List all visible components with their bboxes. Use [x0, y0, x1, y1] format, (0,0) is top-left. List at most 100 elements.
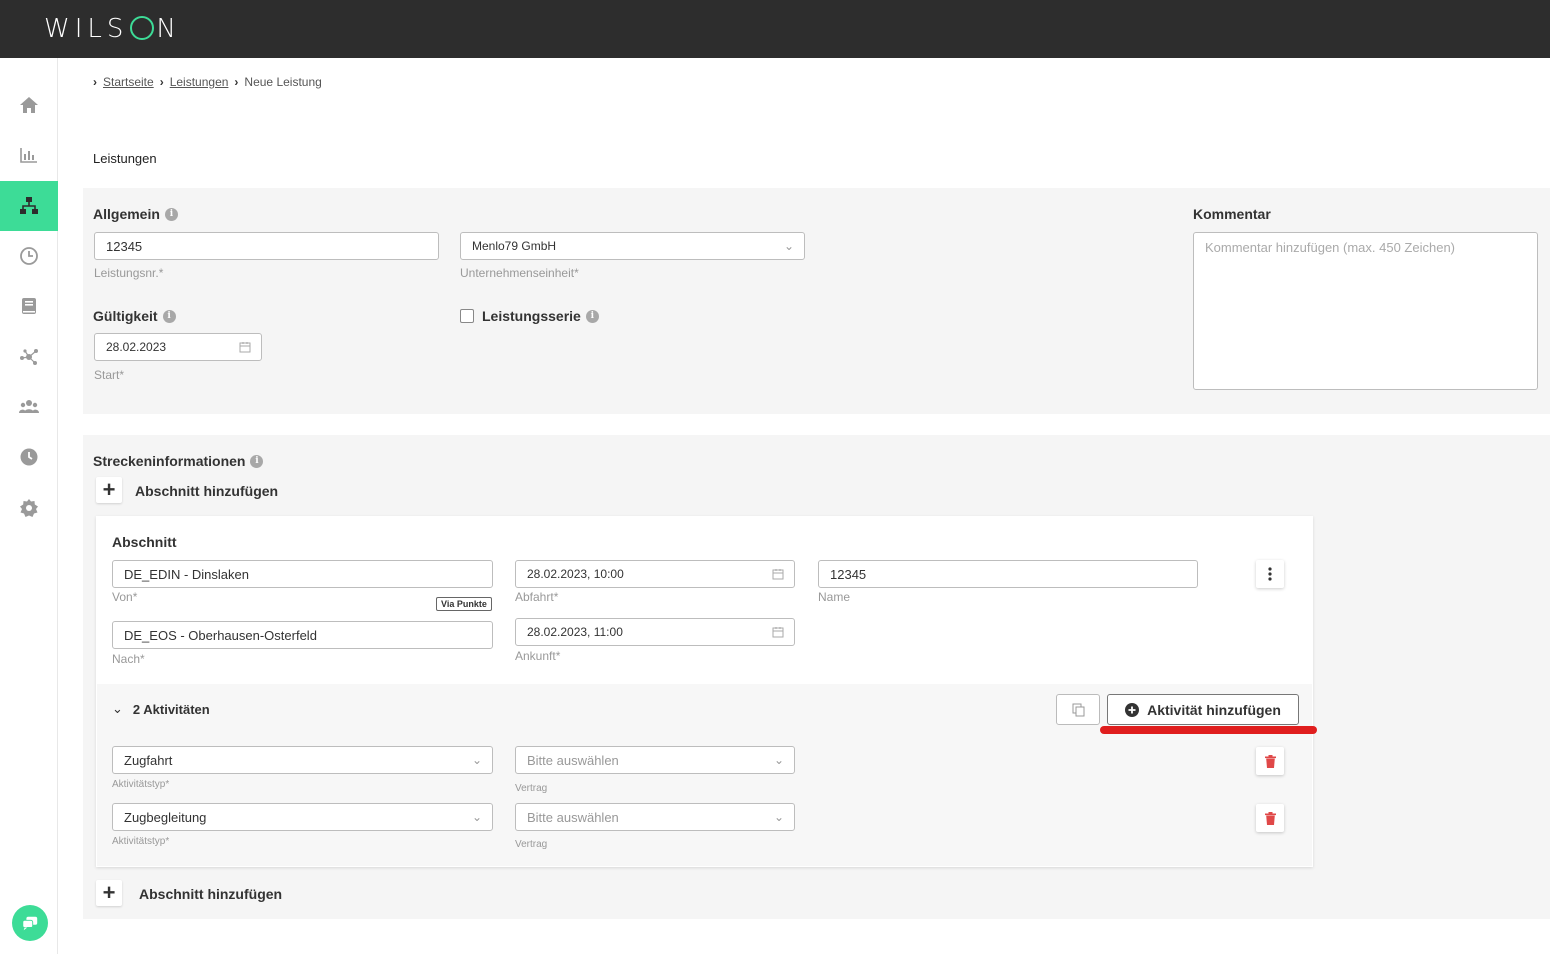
unternehmen-label: Unternehmenseinheit*	[460, 266, 579, 280]
name-value: 12345	[830, 566, 867, 582]
page-title: Leistungen	[93, 151, 157, 166]
via-punkte-button[interactable]: Via Punkte	[436, 597, 492, 611]
start-date-value: 28.02.2023	[106, 340, 167, 354]
contract-select-1[interactable]: Bitte auswählen ⌄	[515, 746, 795, 774]
kebab-menu-icon	[1268, 567, 1272, 581]
top-bar: WILS N	[0, 0, 1550, 58]
chevron-down-icon: ⌄	[773, 753, 784, 767]
trash-icon	[1264, 811, 1276, 825]
name-input[interactable]: 12345	[818, 560, 1198, 588]
nav-history[interactable]	[0, 231, 58, 281]
contract-value-1: Bitte auswählen	[527, 752, 619, 768]
info-icon[interactable]: i	[162, 309, 176, 323]
activity-type-value-2: Zugbegleitung	[124, 809, 207, 825]
book-icon	[22, 298, 36, 314]
von-input[interactable]: DE_EDIN - Dinslaken	[112, 560, 493, 588]
breadcrumb-startseite[interactable]: Startseite	[103, 75, 154, 89]
nav-settings[interactable]	[0, 483, 58, 533]
nodes-icon	[20, 349, 38, 365]
gear-icon	[20, 499, 38, 517]
nav-home[interactable]	[0, 80, 58, 130]
leistungsserie-heading: Leistungsserie i	[482, 308, 599, 324]
chevron-right-icon: ›	[93, 75, 97, 89]
strecke-title: Streckeninformationen	[93, 453, 246, 469]
nav-users[interactable]	[0, 382, 58, 432]
add-activity-label: Aktivität hinzufügen	[1147, 701, 1281, 718]
wilson-logo[interactable]: WILS N	[44, 14, 181, 44]
activity-type-label-2: Aktivitätstyp*	[112, 836, 170, 847]
add-section-button-bottom[interactable]: +	[96, 880, 122, 906]
nach-label: Nach*	[112, 652, 145, 666]
add-activity-button[interactable]: Aktivität hinzufügen	[1107, 694, 1299, 725]
sidebar	[0, 58, 58, 954]
start-label: Start*	[94, 368, 125, 382]
ankunft-input[interactable]: 28.02.2023, 11:00	[515, 618, 795, 646]
chevron-down-icon: ⌄	[471, 810, 482, 824]
info-icon[interactable]: i	[164, 207, 178, 221]
trash-icon	[1264, 754, 1276, 768]
chevron-right-icon: ›	[234, 75, 239, 89]
contract-value-2: Bitte auswählen	[527, 809, 619, 825]
kommentar-placeholder: Kommentar hinzufügen (max. 450 Zeichen)	[1205, 240, 1456, 255]
highlight-underline	[1100, 726, 1317, 734]
delete-activity-button-1[interactable]	[1256, 747, 1284, 775]
allgemein-title: Allgemein	[93, 206, 160, 222]
kommentar-textarea[interactable]: Kommentar hinzufügen (max. 450 Zeichen)	[1193, 232, 1538, 390]
logo-text: WILS N	[44, 14, 181, 44]
start-date-input[interactable]: 28.02.2023	[94, 333, 262, 361]
nav-analytics[interactable]	[0, 130, 58, 180]
chevron-down-icon: ⌄	[112, 701, 123, 716]
plus-circle-icon	[1125, 702, 1140, 717]
chevron-right-icon: ›	[159, 75, 164, 89]
calendar-icon	[772, 569, 784, 580]
nav-book[interactable]	[0, 281, 58, 331]
users-icon	[19, 400, 39, 413]
bar-chart-icon	[20, 148, 37, 163]
calendar-icon	[772, 627, 784, 638]
clock-icon	[20, 448, 38, 466]
add-section-label-top[interactable]: Abschnitt hinzufügen	[135, 483, 278, 499]
nav-connections[interactable]	[0, 332, 58, 382]
contract-label-2: Vertrag	[515, 839, 548, 850]
copy-button[interactable]	[1056, 694, 1100, 725]
leistungsnr-value: 12345	[106, 238, 143, 254]
delete-activity-button-2[interactable]	[1256, 804, 1284, 832]
nach-value: DE_EOS - Oberhausen-Osterfeld	[124, 627, 317, 643]
abfahrt-label: Abfahrt*	[515, 590, 559, 604]
unternehmen-select[interactable]: Menlo79 GmbH ⌄	[460, 232, 805, 260]
nach-input[interactable]: DE_EOS - Oberhausen-Osterfeld	[112, 621, 493, 649]
plus-icon: +	[102, 880, 116, 905]
activity-type-value-1: Zugfahrt	[124, 752, 173, 768]
calendar-icon	[239, 342, 251, 353]
plus-icon: +	[102, 477, 116, 502]
info-icon[interactable]: i	[585, 309, 599, 323]
activity-type-select-2[interactable]: Zugbegleitung ⌄	[112, 803, 493, 831]
allgemein-heading: Allgemein i	[93, 206, 178, 222]
add-section-label-bottom[interactable]: Abschnitt hinzufügen	[139, 886, 282, 902]
copy-icon	[1072, 703, 1084, 716]
add-section-button-top[interactable]: +	[96, 477, 122, 503]
abschnitt-title: Abschnitt	[112, 534, 177, 550]
strecke-heading: Streckeninformationen i	[93, 453, 264, 469]
activity-type-label-1: Aktivitätstyp*	[112, 779, 170, 790]
leistungsserie-checkbox[interactable]	[460, 309, 474, 323]
leistungsnr-label: Leistungsnr.*	[94, 266, 164, 280]
chevron-down-icon: ⌄	[471, 753, 482, 767]
more-options-button[interactable]	[1256, 560, 1284, 588]
contract-select-2[interactable]: Bitte auswählen ⌄	[515, 803, 795, 831]
von-value: DE_EDIN - Dinslaken	[124, 566, 249, 582]
abfahrt-input[interactable]: 28.02.2023, 10:00	[515, 560, 795, 588]
nav-network[interactable]	[0, 181, 58, 231]
chevron-down-icon: ⌄	[773, 810, 784, 824]
activity-type-select-1[interactable]: Zugfahrt ⌄	[112, 746, 493, 774]
von-label: Von*	[112, 590, 138, 604]
nav-time[interactable]	[0, 432, 58, 482]
breadcrumb-leistungen[interactable]: Leistungen	[170, 75, 229, 89]
activities-toggle[interactable]: ⌄ 2 Aktivitäten	[112, 701, 210, 717]
info-icon[interactable]: i	[250, 454, 264, 468]
leistungsnr-input[interactable]: 12345	[94, 232, 439, 260]
clock-outline-icon	[20, 247, 38, 265]
chat-button[interactable]	[12, 905, 48, 941]
kommentar-heading: Kommentar	[1193, 206, 1271, 222]
ankunft-label: Ankunft*	[515, 649, 561, 663]
